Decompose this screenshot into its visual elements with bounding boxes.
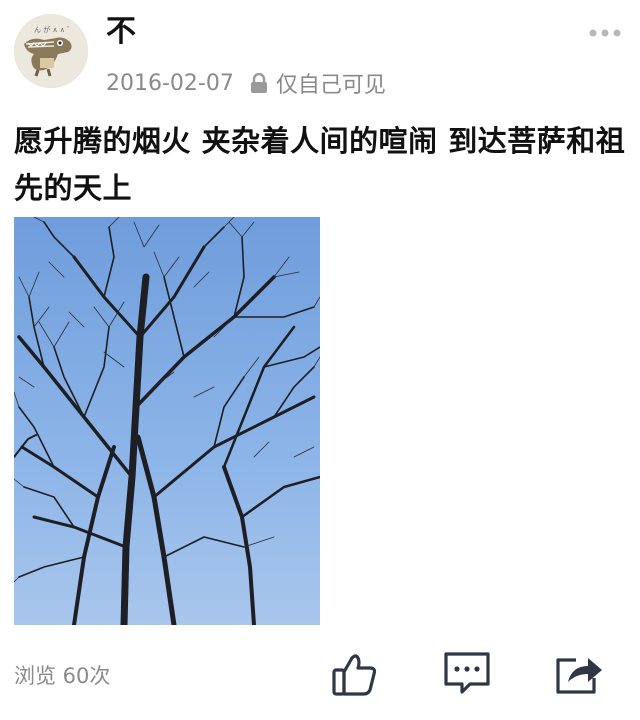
avatar[interactable]: ん が ∧ ∧ ゛ [14,14,88,88]
post-photo[interactable] [14,217,320,625]
crocodile-avatar-image: ん が ∧ ∧ ゛ [14,14,88,88]
more-dots-icon[interactable] [588,28,622,38]
post-text: 愿升腾的烟火 夹杂着人间的喧闹 到达菩萨和祖先的天上 [14,124,626,205]
comment-icon[interactable] [442,650,492,696]
username[interactable]: 不 [106,14,136,50]
thumbs-up-icon[interactable] [330,650,378,698]
tree-photo-image [14,217,320,625]
visibility-label: 仅自己可见 [275,73,386,98]
post-date: 2016-02-07 [106,70,234,96]
post-meta: 2016-02-07 仅自己可见 [106,68,386,99]
views-count: 浏览 60次 [14,664,111,688]
lock-icon [250,73,267,93]
share-icon[interactable] [554,650,604,696]
svg-text:ん が ∧ ∧ ゛: ん が ∧ ∧ ゛ [34,25,74,34]
